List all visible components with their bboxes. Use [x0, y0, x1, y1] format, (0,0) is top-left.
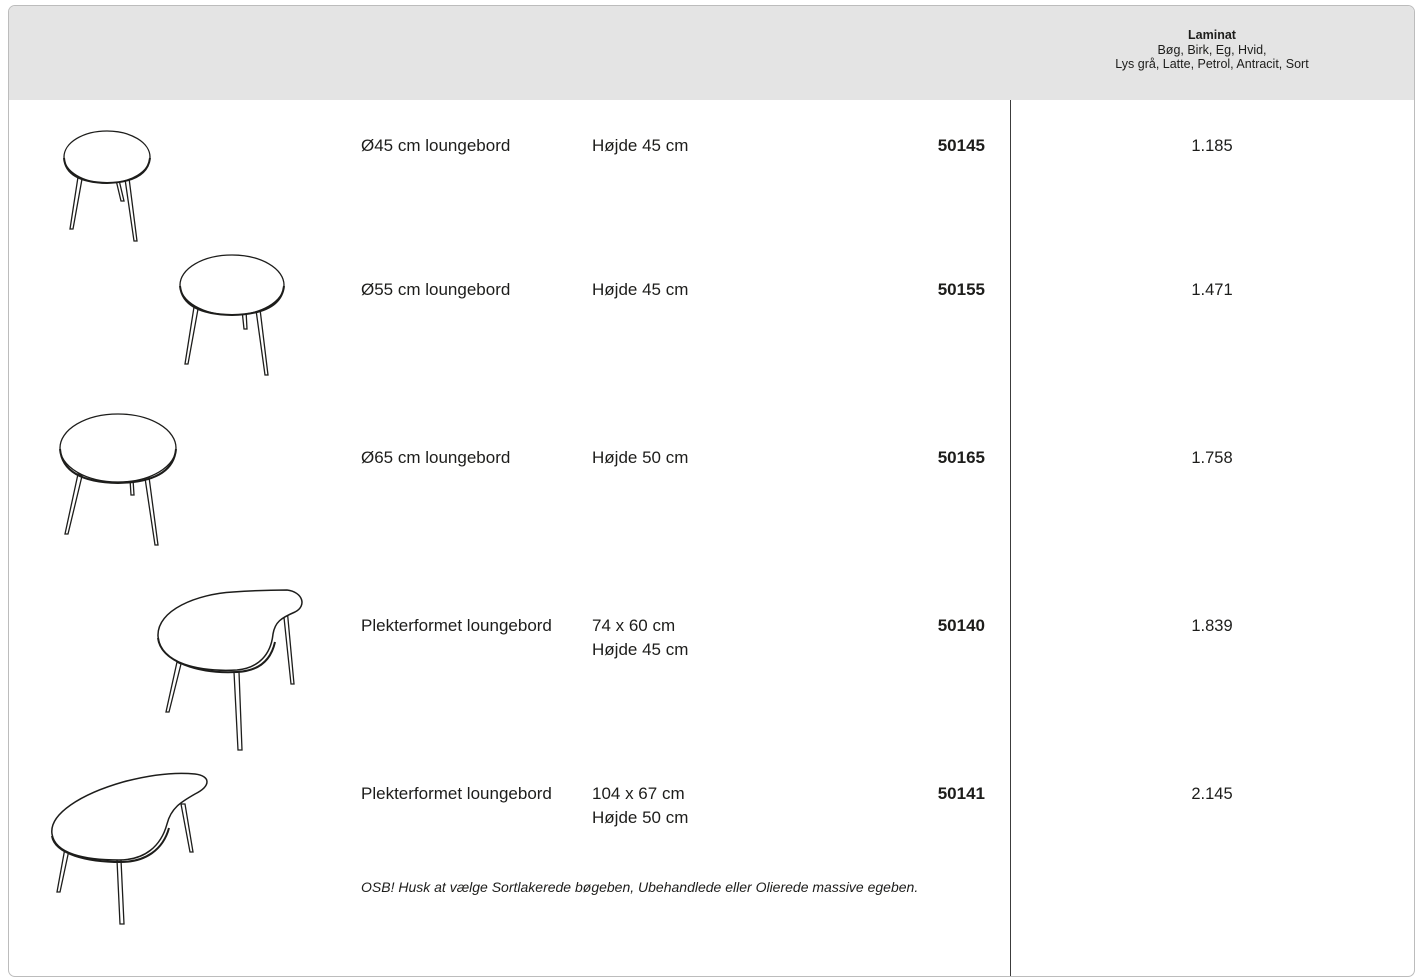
dimension-line: Højde 50 cm: [592, 448, 689, 467]
footnote: OSB! Husk at vælge Sortlakerede bøgeben,…: [361, 879, 919, 895]
price: 1.471: [1191, 281, 1233, 299]
price: 1.185: [1191, 137, 1233, 155]
product-dimensions: 74 x 60 cm Højde 45 cm: [592, 614, 688, 662]
dimension-line: Højde 45 cm: [592, 280, 689, 299]
table-row: Ø45 cm loungebord Højde 45 cm 50145 1.18…: [9, 134, 1414, 155]
price-table: Laminat Bøg, Birk, Eg, Hvid, Lys grå, La…: [8, 5, 1415, 977]
table-row: Plekterformet loungebord 104 x 67 cm Høj…: [9, 782, 1414, 827]
product-name: Ø45 cm loungebord: [361, 136, 511, 155]
round-table-icon: [179, 254, 285, 376]
dimension-line: 74 x 60 cm: [592, 616, 676, 635]
product-dimensions: Højde 45 cm: [592, 278, 688, 302]
product-code: 50140: [937, 616, 985, 635]
color-options-line-2: Lys grå, Latte, Petrol, Antracit, Sort: [1115, 57, 1309, 71]
table-row: Plekterformet loungebord 74 x 60 cm Højd…: [9, 614, 1414, 659]
product-code: 50155: [937, 280, 985, 299]
table-row: Ø55 cm loungebord Højde 45 cm 50155 1.47…: [9, 278, 1414, 299]
price: 1.839: [1191, 617, 1233, 635]
round-table-icon: [59, 413, 177, 546]
dimension-line: Højde 45 cm: [592, 640, 689, 659]
table-header: Laminat Bøg, Birk, Eg, Hvid, Lys grå, La…: [9, 6, 1414, 100]
product-dimensions: 104 x 67 cm Højde 50 cm: [592, 782, 688, 830]
product-dimensions: Højde 45 cm: [592, 134, 688, 158]
round-table-icon: [63, 130, 151, 242]
kidney-table-icon: [157, 589, 303, 751]
product-name: Ø55 cm loungebord: [361, 280, 511, 299]
product-name: Ø65 cm loungebord: [361, 448, 511, 467]
product-dimensions: Højde 50 cm: [592, 446, 688, 470]
color-options-line-1: Bøg, Birk, Eg, Hvid,: [1157, 42, 1267, 57]
product-code: 50141: [937, 784, 985, 803]
product-name: Plekterformet loungebord: [361, 616, 552, 635]
column-divider: [1010, 100, 1011, 976]
product-code: 50165: [937, 448, 985, 467]
product-name: Plekterformet loungebord: [361, 784, 552, 803]
laminat-column-header: Laminat Bøg, Birk, Eg, Hvid, Lys grå, La…: [1095, 28, 1329, 72]
price: 2.145: [1191, 785, 1233, 803]
dimension-line: Højde 50 cm: [592, 808, 689, 827]
product-code: 50145: [937, 136, 985, 155]
column-title: Laminat: [1188, 28, 1236, 42]
price: 1.758: [1191, 449, 1233, 467]
table-row: Ø65 cm loungebord Højde 50 cm 50165 1.75…: [9, 446, 1414, 467]
dimension-line: 104 x 67 cm: [592, 784, 685, 803]
dimension-line: Højde 45 cm: [592, 136, 689, 155]
